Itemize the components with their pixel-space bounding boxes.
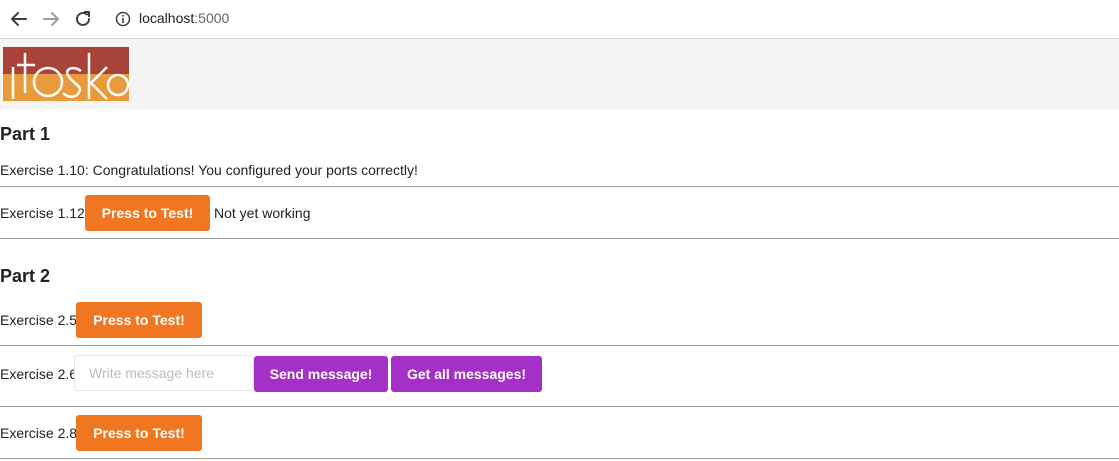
- reload-icon[interactable]: [72, 8, 94, 30]
- exercise-2-8-label: Exercise 2.8:: [0, 425, 81, 441]
- divider: [0, 186, 1119, 187]
- exercise-1-12-test-button[interactable]: Press to Test!: [85, 195, 210, 231]
- message-input[interactable]: [74, 355, 254, 391]
- exercise-2-5-label: Exercise 2.5:: [0, 312, 81, 328]
- exercise-2-8-test-button[interactable]: Press to Test!: [76, 415, 202, 451]
- divider: [0, 238, 1119, 239]
- forward-arrow-icon[interactable]: [40, 8, 62, 30]
- itoska-logo: [3, 47, 129, 101]
- divider: [0, 345, 1119, 346]
- info-icon[interactable]: [115, 11, 131, 27]
- back-arrow-icon[interactable]: [8, 8, 30, 30]
- url-text: localhost:5000: [139, 10, 229, 26]
- divider: [0, 458, 1119, 459]
- divider: [0, 406, 1119, 407]
- part2-heading: Part 2: [0, 266, 51, 286]
- exercise-2-5-test-button[interactable]: Press to Test!: [76, 302, 202, 338]
- site-header: [0, 39, 1119, 109]
- exercise-1-12-label: Exercise 1.12:: [0, 205, 89, 221]
- exercise-2-6-label: Exercise 2.6:: [0, 366, 81, 382]
- browser-toolbar: localhost:5000: [0, 0, 1119, 39]
- send-message-button[interactable]: Send message!: [254, 356, 388, 392]
- address-bar[interactable]: localhost:5000: [106, 4, 1119, 34]
- url-host: localhost: [139, 10, 195, 26]
- exercise-1-12-status: Not yet working: [214, 205, 311, 221]
- exercise-1-10-text: Exercise 1.10: Congratulations! You conf…: [0, 162, 418, 178]
- url-port: :5000: [194, 10, 230, 26]
- part1-heading: Part 1: [0, 124, 51, 144]
- get-all-messages-button[interactable]: Get all messages!: [391, 356, 542, 392]
